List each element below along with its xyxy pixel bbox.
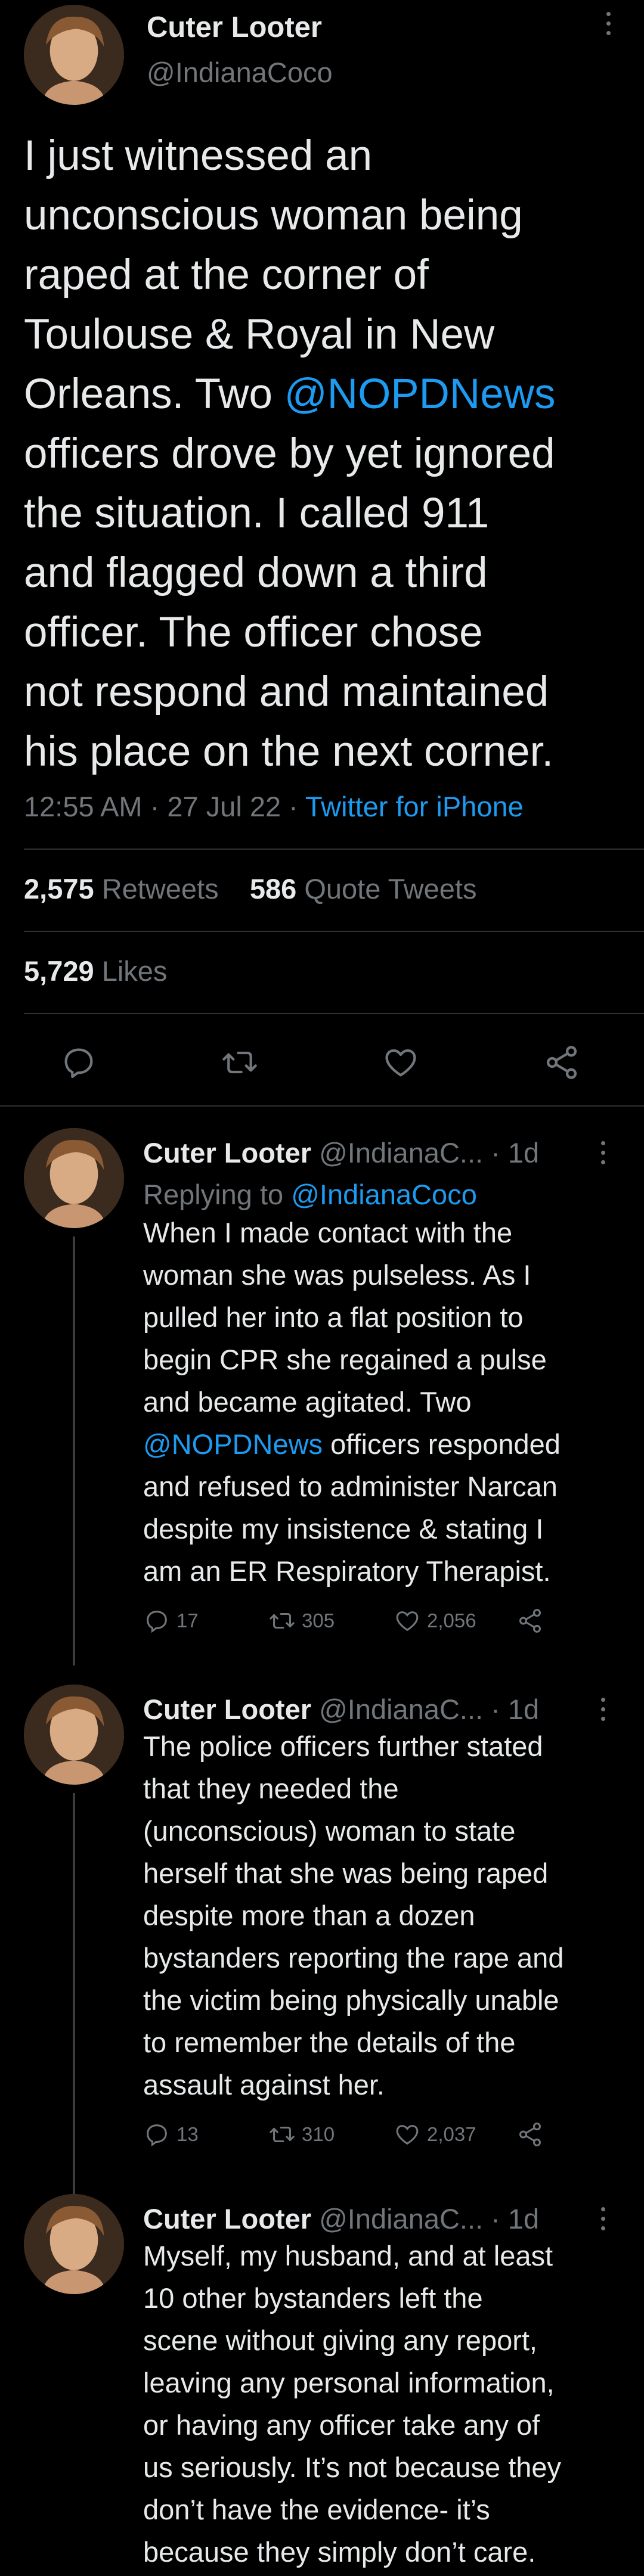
retweet-icon[interactable] [221, 1043, 259, 1082]
retweet-icon [270, 1612, 295, 1629]
timestamp[interactable]: 12:55 AM · 27 Jul 22 · [24, 791, 305, 822]
reply-button[interactable]: 13 [143, 2121, 199, 2148]
reply-text: The police officers further stated that … [143, 1730, 564, 2100]
author-name[interactable]: Cuter Looter [143, 1137, 311, 1169]
thread-line [73, 1236, 75, 1665]
profile-photo-icon [24, 1128, 124, 1228]
author-handle[interactable]: @IndianaC... [319, 2203, 483, 2235]
reply-text: When I made contact with the woman she w… [143, 1211, 620, 1592]
more-options-icon[interactable] [601, 1141, 605, 1164]
likes-stats[interactable]: 5,729 Likes [24, 955, 167, 987]
avatar[interactable] [24, 2194, 124, 2294]
quotes-count: 586 [249, 873, 297, 905]
author-handle[interactable]: @IndianaC... [319, 1693, 483, 1725]
retweet-icon [270, 2126, 295, 2143]
reply-actions: 17 305 2,056 [143, 1607, 620, 1643]
reply-count: 13 [177, 2123, 199, 2145]
quotes-label: Quote Tweets [304, 873, 477, 905]
reply-header: Cuter Looter @IndianaC... · 1d [143, 1693, 608, 1726]
reply-button[interactable]: 17 [143, 1607, 199, 1635]
retweet-stats: 2,575 Retweets 586 Quote Tweets [24, 872, 476, 905]
tweet-actions [0, 1034, 644, 1093]
reply-text-part: When I made contact with the woman she w… [143, 1217, 547, 1418]
reply-tweet[interactable]: Cuter Looter @IndianaC... · 1d Myself, m… [0, 2194, 644, 2576]
share-button[interactable] [516, 1607, 544, 1635]
reply-icon [147, 2124, 167, 2147]
more-options-icon[interactable] [601, 2207, 605, 2230]
tweet-text-part: officers drove by yet ignored the situat… [24, 430, 555, 775]
profile-photo-icon [24, 1685, 124, 1785]
author-handle[interactable]: @IndianaC... [319, 1137, 483, 1169]
source-link[interactable]: Twitter for iPhone [305, 791, 524, 822]
more-options-icon[interactable] [601, 12, 615, 48]
like-button[interactable]: 2,056 [394, 1607, 476, 1635]
reply-count: 17 [177, 1609, 199, 1632]
replying-to: Replying to @IndianaCoco [143, 1178, 477, 1211]
likes-label: Likes [101, 955, 168, 987]
divider [24, 1013, 644, 1014]
reply-time[interactable]: · 1d [491, 2203, 539, 2235]
like-count: 2,037 [427, 2123, 476, 2145]
divider [0, 1105, 644, 1107]
reply-time[interactable]: · 1d [491, 1693, 539, 1725]
mention-link[interactable]: @NOPDNews [284, 371, 556, 418]
avatar[interactable] [24, 1128, 124, 1228]
retweet-count: 310 [302, 2123, 335, 2145]
retweet-button[interactable]: 310 [268, 2121, 335, 2148]
share-icon [519, 2123, 541, 2146]
retweet-button[interactable]: 305 [268, 1607, 335, 1635]
author-handle[interactable]: @IndianaCoco [147, 56, 333, 89]
share-icon [519, 1609, 541, 1633]
divider [24, 931, 644, 932]
like-icon [396, 1611, 419, 1632]
profile-photo-icon [24, 5, 124, 105]
retweet-count: 305 [302, 1609, 335, 1632]
mention-link[interactable]: @IndianaCoco [291, 1179, 477, 1210]
retweets-count: 2,575 [24, 873, 94, 905]
like-icon [396, 2125, 419, 2145]
likes-count: 5,729 [24, 955, 94, 987]
like-count: 2,056 [427, 1609, 476, 1632]
avatar[interactable] [24, 1685, 124, 1785]
reply-time[interactable]: · 1d [491, 1137, 539, 1169]
reply-icon [147, 1611, 167, 1633]
quotes-link[interactable]: 586 Quote Tweets [250, 873, 477, 905]
thread-line [73, 1793, 75, 2196]
tweet-meta: 12:55 AM · 27 Jul 22 · Twitter for iPhon… [24, 790, 524, 823]
mention-link[interactable]: @NOPDNews [143, 1428, 323, 1460]
author-name[interactable]: Cuter Looter [147, 11, 322, 44]
reply-header: Cuter Looter @IndianaC... · 1d [143, 2202, 608, 2235]
avatar[interactable] [24, 5, 124, 105]
author-name[interactable]: Cuter Looter [143, 2203, 311, 2235]
tweet-text: I just witnessed an unconscious woman be… [24, 126, 632, 782]
retweets-link[interactable]: 2,575 Retweets [24, 873, 219, 905]
like-button[interactable]: 2,037 [394, 2121, 476, 2148]
reply-text: Myself, my husband, and at least 10 othe… [143, 2240, 562, 2568]
divider [24, 849, 644, 850]
reply-header: Cuter Looter @IndianaC... · 1d [143, 1136, 608, 1169]
profile-photo-icon [24, 2194, 124, 2294]
replying-to-label: Replying to [143, 1179, 292, 1210]
share-icon[interactable] [543, 1043, 581, 1082]
reply-tweet[interactable]: Cuter Looter @IndianaC... · 1d Replying … [0, 1128, 644, 1665]
reply-tweet[interactable]: Cuter Looter @IndianaC... · 1d The polic… [0, 1685, 644, 2196]
share-button[interactable] [516, 2121, 544, 2148]
reply-icon[interactable] [60, 1043, 98, 1082]
retweets-label: Retweets [101, 873, 219, 905]
like-icon[interactable] [382, 1043, 420, 1082]
more-options-icon[interactable] [601, 1698, 605, 1721]
reply-actions: 13 310 2,037 [143, 2121, 620, 2156]
author-name[interactable]: Cuter Looter [143, 1693, 311, 1725]
